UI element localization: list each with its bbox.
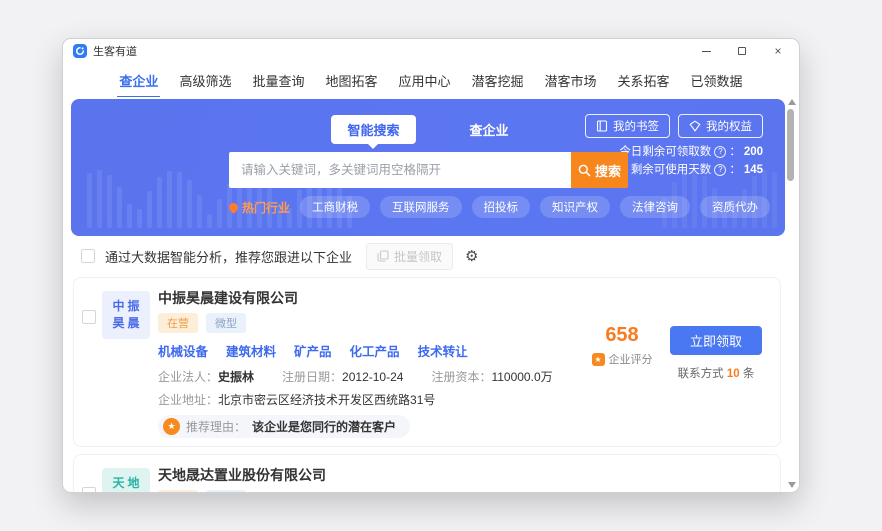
recommend-text: 通过大数据智能分析，推荐您跟进以下企业 — [105, 249, 353, 265]
tag-business-tax[interactable]: 工商财税 — [300, 196, 371, 218]
score-star-icon: ★ — [591, 352, 605, 366]
my-benefits-button[interactable]: 我的权益 — [678, 114, 763, 138]
register-date: 2012-10-24 — [342, 370, 404, 384]
recommend-toolbar: 通过大数据智能分析，推荐您跟进以下企业 批量领取 ⚙ — [81, 242, 781, 270]
smart-search-panel: 智能搜索 查企业 我的书签 我的权益 今日剩余可领取数 ? ： 200 剩余可使… — [71, 99, 785, 236]
content-area: 智能搜索 查企业 我的书签 我的权益 今日剩余可领取数 ? ： 200 剩余可使… — [63, 97, 799, 492]
app-window: 生客有道 × 查企业 高级筛选 批量查询 地图拓客 应用中心 潜客挖掘 潜客市场… — [62, 38, 800, 493]
vertical-scrollbar — [785, 99, 797, 488]
scale-badge: 微型 — [206, 313, 246, 333]
search-bar: 搜索 — [229, 152, 628, 188]
company-card: 中振 昊晨 中振昊晨建设有限公司 在营 微型 机械设备 建筑材料 矿产品 化工产… — [73, 277, 781, 447]
scale-badge: 微型 — [206, 490, 246, 492]
claim-now-button[interactable]: 立即领取 — [670, 326, 762, 355]
category-link[interactable]: 技术转让 — [418, 341, 468, 360]
badge-icon — [689, 120, 701, 132]
remaining-days-quota: 剩余可使用天数 ： 145 — [619, 161, 763, 179]
category-link[interactable]: 矿产品 — [294, 341, 332, 360]
reason-star-icon: ★ — [163, 418, 180, 435]
score-label: 企业评分 — [608, 354, 653, 366]
magnifier-icon — [578, 164, 591, 177]
book-icon — [596, 120, 608, 132]
mode-smart-search[interactable]: 智能搜索 — [331, 115, 416, 149]
quota-info: 今日剩余可领取数 ： 200 剩余可使用天数 ： 145 — [619, 143, 763, 179]
main-nav: 查企业 高级筛选 批量查询 地图拓客 应用中心 潜客挖掘 潜客市场 关系拓客 已… — [63, 63, 799, 98]
company-name[interactable]: 中振昊晨建设有限公司 — [158, 288, 768, 308]
company-name[interactable]: 天地晟达置业股份有限公司 — [158, 465, 768, 485]
tab-map-prospecting[interactable]: 地图拓客 — [323, 63, 379, 98]
company-checkbox[interactable] — [82, 487, 96, 492]
tab-batch-query[interactable]: 批量查询 — [250, 63, 306, 98]
minimize-button[interactable] — [699, 44, 713, 58]
my-bookmarks-button[interactable]: 我的书签 — [585, 114, 670, 138]
batch-claim-button[interactable]: 批量领取 — [366, 242, 454, 270]
mode-company-search[interactable]: 查企业 — [454, 115, 525, 144]
tab-lead-market[interactable]: 潜客市场 — [543, 63, 599, 98]
tag-qualification-agency[interactable]: 资质代办 — [700, 196, 771, 218]
tab-relation-prospecting[interactable]: 关系拓客 — [616, 63, 672, 98]
close-button[interactable]: × — [771, 44, 785, 58]
company-score: 658 ★ 企业评分 — [586, 324, 658, 367]
claim-area: 立即领取 联系方式 10 条 — [666, 326, 766, 381]
app-title: 生客有道 — [93, 46, 137, 58]
scrollbar-thumb[interactable] — [787, 109, 794, 181]
tag-bidding[interactable]: 招投标 — [471, 196, 531, 218]
tab-search-company[interactable]: 查企业 — [117, 63, 161, 98]
tag-intellectual-property[interactable]: 知识产权 — [540, 196, 611, 218]
category-link[interactable]: 建筑材料 — [226, 341, 276, 360]
company-checkbox[interactable] — [82, 310, 96, 324]
score-value: 618 — [586, 491, 658, 492]
status-badge: 吊销 — [158, 490, 198, 492]
desktop-background: 生客有道 × 查企业 高级筛选 批量查询 地图拓客 应用中心 潜客挖掘 潜客市场… — [0, 0, 882, 531]
flame-icon — [227, 200, 240, 214]
hero-corner-buttons: 我的书签 我的权益 — [585, 114, 763, 138]
company-address-row: 企业地址：北京市密云区经济技术开发区西统路31号 — [158, 393, 436, 407]
legal-person: 史振林 — [218, 370, 255, 384]
remaining-days-value: 145 — [743, 164, 763, 176]
recommend-reason: ★ 推荐理由： 该企业是您同行的潜在客户 — [158, 415, 411, 438]
settings-gear-icon[interactable]: ⚙ — [465, 249, 478, 264]
tab-advanced-filter[interactable]: 高级筛选 — [177, 63, 233, 98]
copy-icon — [377, 250, 389, 262]
hot-industries-label: 热门行业 — [227, 199, 290, 216]
scroll-down-arrow[interactable] — [788, 482, 796, 488]
contact-count: 10 — [726, 368, 740, 380]
help-icon[interactable] — [714, 164, 727, 176]
tab-lead-mining[interactable]: 潜客挖掘 — [470, 63, 526, 98]
score-value: 658 — [605, 324, 639, 346]
company-score: 618 ★ 企业评分 — [586, 491, 658, 492]
hot-industry-tags: 热门行业 工商财税 互联网服务 招投标 知识产权 法律咨询 资质代办 — [227, 196, 771, 218]
title-bar[interactable]: 生客有道 × — [63, 39, 799, 63]
company-card: 天地 晟达 天地晟达置业股份有限公司 吊销 微型 物业管理 企业法人：张英富 注… — [73, 454, 781, 492]
company-avatar: 中振 昊晨 — [102, 291, 150, 339]
daily-claim-quota: 今日剩余可领取数 ： 200 — [619, 143, 763, 161]
tab-claimed-data[interactable]: 已领数据 — [689, 63, 745, 98]
help-icon[interactable] — [714, 146, 727, 158]
app-logo-icon — [73, 44, 87, 58]
status-badge: 在营 — [158, 313, 198, 333]
tag-legal-consulting[interactable]: 法律咨询 — [620, 196, 691, 218]
tab-app-center[interactable]: 应用中心 — [396, 63, 452, 98]
scroll-up-arrow[interactable] — [788, 99, 796, 105]
window-controls: × — [699, 44, 789, 58]
contact-count-line: 联系方式 10 条 — [677, 368, 755, 380]
tag-internet-services[interactable]: 互联网服务 — [380, 196, 462, 218]
company-status-tags: 吊销 微型 — [158, 490, 768, 492]
category-link[interactable]: 机械设备 — [158, 341, 208, 360]
company-avatar: 天地 晟达 — [102, 468, 150, 492]
maximize-button[interactable] — [735, 44, 749, 58]
register-capital: 110000.0万 — [491, 370, 553, 384]
keyword-search-input[interactable] — [229, 152, 571, 188]
search-button[interactable]: 搜索 — [571, 152, 628, 188]
select-all-checkbox[interactable] — [81, 249, 95, 263]
daily-claim-quota-value: 200 — [743, 146, 763, 158]
company-address: 北京市密云区经济技术开发区西统路31号 — [218, 393, 436, 407]
category-link[interactable]: 化工产品 — [350, 341, 400, 360]
